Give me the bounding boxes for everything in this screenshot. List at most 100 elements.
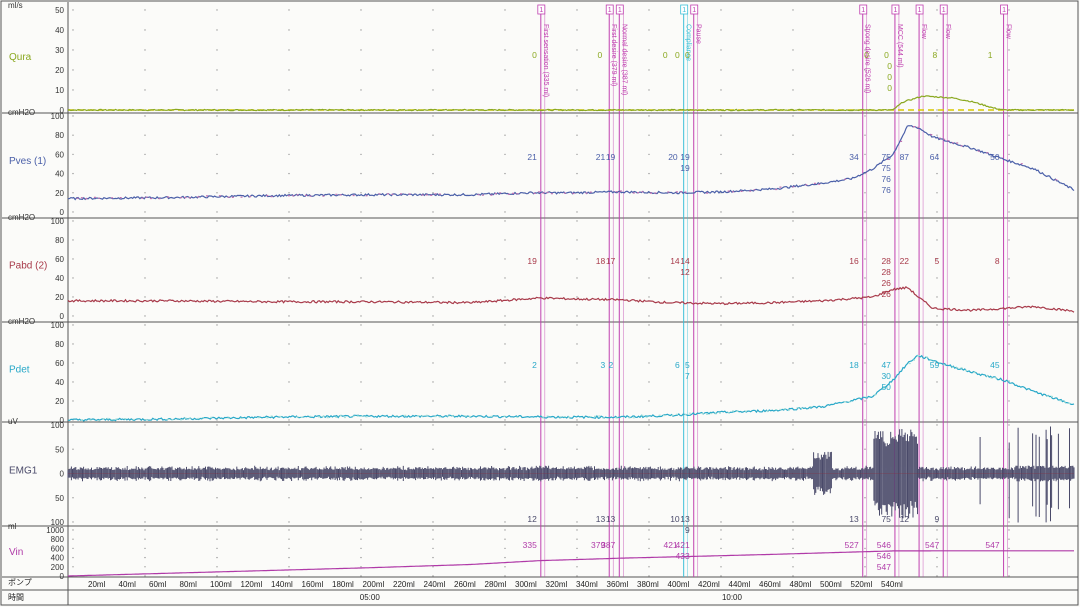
- grid-dot: [72, 172, 74, 175]
- grid-dot: [72, 343, 74, 345]
- event-tag: 1: [861, 7, 865, 14]
- grid-dot: [216, 419, 218, 421]
- grid-dot: [792, 448, 794, 450]
- grid-dot: [864, 547, 866, 550]
- grid-dot: [792, 258, 794, 260]
- grid-dot: [1008, 547, 1010, 550]
- grid-dot: [576, 419, 578, 421]
- value-label-pabd: 8: [995, 256, 1000, 266]
- grid-dot: [216, 343, 218, 345]
- value-label-pdet: 6: [675, 360, 680, 370]
- grid-dot: [720, 277, 722, 279]
- grid-dot: [288, 497, 290, 499]
- value-label-qura: 0: [887, 83, 892, 93]
- grid-dot: [792, 172, 794, 175]
- grid-dot: [936, 566, 938, 568]
- grid-dot: [720, 69, 722, 71]
- grid-dot: [216, 153, 218, 156]
- grid-dot: [288, 529, 290, 531]
- grid-dot: [720, 153, 722, 156]
- grid-dot: [648, 89, 650, 91]
- grid-dot: [864, 315, 866, 317]
- grid-dot: [72, 538, 74, 540]
- grid-dot: [792, 324, 794, 326]
- value-label-emg: 10: [670, 514, 680, 524]
- grid-dot: [648, 315, 650, 317]
- value-label-pdet: 47: [881, 360, 891, 370]
- grid-dot: [288, 211, 290, 213]
- grid-dot: [72, 448, 74, 450]
- grid-dot: [144, 448, 146, 450]
- grid-dot: [432, 172, 434, 175]
- grid-dot: [504, 315, 506, 317]
- grid-dot: [648, 115, 650, 117]
- grid-dot: [144, 49, 146, 51]
- event-tag: 1: [1002, 7, 1006, 14]
- grid-dot: [792, 538, 794, 540]
- grid-dot: [864, 448, 866, 450]
- grid-dot: [936, 400, 938, 402]
- grid-dot: [792, 153, 794, 156]
- grid-dot: [360, 448, 362, 450]
- grid-dot: [936, 556, 938, 559]
- grid-dot: [1008, 153, 1010, 156]
- grid-dot: [792, 566, 794, 568]
- grid-dot: [288, 192, 290, 194]
- value-label-pves: 21: [596, 152, 606, 162]
- grid-dot: [504, 566, 506, 568]
- grid-dot: [504, 49, 506, 51]
- time-tick-label: 05:00: [360, 593, 381, 602]
- pump-tick-label: 320ml: [546, 580, 568, 589]
- grid-dot: [360, 362, 362, 364]
- grid-dot: [576, 556, 578, 559]
- grid-dot: [504, 400, 506, 402]
- grid-dot: [216, 315, 218, 317]
- grid-dot: [288, 153, 290, 156]
- grid-dot: [576, 89, 578, 91]
- value-label-pabd: 26: [881, 278, 891, 288]
- grid-dot: [216, 211, 218, 213]
- grid-dot: [576, 448, 578, 450]
- value-label-pves: 75: [881, 163, 891, 173]
- value-label-pdet: 59: [930, 360, 940, 370]
- grid-dot: [288, 277, 290, 279]
- grid-dot: [432, 9, 434, 11]
- grid-dot: [936, 381, 938, 383]
- grid-dot: [576, 529, 578, 531]
- grid-dot: [720, 521, 722, 523]
- value-label-emg: 13: [680, 514, 690, 524]
- grid-dot: [72, 497, 74, 499]
- grid-dot: [576, 49, 578, 51]
- grid-dot: [360, 153, 362, 156]
- value-label-pdet: 45: [990, 360, 1000, 370]
- grid-dot: [72, 400, 74, 402]
- grid-dot: [648, 49, 650, 51]
- grid-dot: [1008, 277, 1010, 279]
- grid-dot: [144, 497, 146, 499]
- grid-dot: [864, 529, 866, 531]
- tick-label-qura: 40: [55, 26, 64, 35]
- value-label-emg: 13: [596, 514, 606, 524]
- grid-dot: [1008, 69, 1010, 71]
- grid-dot: [720, 324, 722, 326]
- grid-dot: [792, 362, 794, 364]
- grid-dot: [720, 343, 722, 345]
- grid-dot: [576, 29, 578, 31]
- grid-dot: [936, 29, 938, 31]
- grid-dot: [432, 448, 434, 450]
- event-tag: 1: [618, 7, 622, 14]
- grid-dot: [288, 172, 290, 175]
- value-label-pdet: 18: [849, 360, 859, 370]
- grid-dot: [1008, 239, 1010, 241]
- value-label-qura: 0: [675, 50, 680, 60]
- value-label-pabd: 28: [881, 267, 891, 277]
- grid-dot: [144, 220, 146, 222]
- grid-dot: [1008, 172, 1010, 175]
- grid-dot: [504, 115, 506, 117]
- grid-dot: [360, 324, 362, 326]
- grid-dot: [648, 381, 650, 383]
- grid-dot: [72, 89, 74, 91]
- pump-tick-label: 520ml: [851, 580, 873, 589]
- event-label: First desire (379 ml): [610, 24, 617, 86]
- tick-label-pabd: 20: [55, 293, 64, 302]
